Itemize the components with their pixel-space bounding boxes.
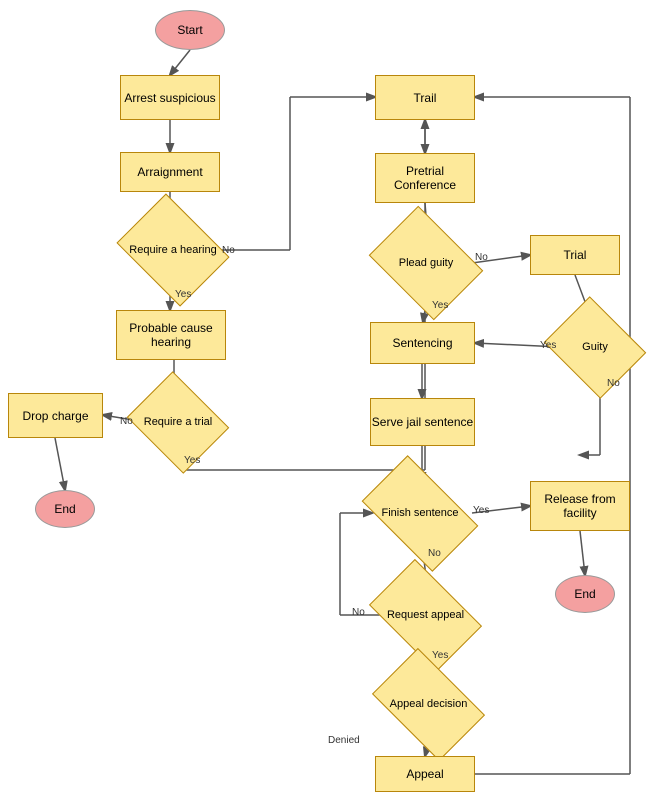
guilty-node: Guity bbox=[555, 315, 635, 380]
require-trial-no-label: No bbox=[120, 416, 133, 427]
trial-node: Trial bbox=[530, 235, 620, 275]
require-trial-node: Require a trial bbox=[138, 390, 218, 455]
plead-guilty-node: Plead guity bbox=[380, 228, 472, 298]
end1-node: End bbox=[35, 490, 95, 528]
require-hearing-no-label: No bbox=[222, 245, 235, 256]
serve-jail-label: Serve jail sentence bbox=[372, 415, 473, 429]
end2-label: End bbox=[574, 587, 595, 601]
require-trial-label: Require a trial bbox=[144, 415, 212, 429]
trial-label: Trial bbox=[564, 248, 587, 262]
appeal-decision-node: Appeal decision bbox=[381, 672, 476, 737]
plead-guilty-no-label: No bbox=[475, 252, 488, 263]
finish-sentence-node: Finish sentence bbox=[370, 481, 470, 546]
drop-charge-label: Drop charge bbox=[22, 409, 88, 423]
appeal-decision-denied-label: Denied bbox=[328, 735, 360, 746]
finish-sentence-no-label: No bbox=[428, 548, 441, 559]
plead-guilty-label: Plead guity bbox=[399, 256, 453, 270]
finish-sentence-label: Finish sentence bbox=[381, 506, 458, 520]
arrest-node: Arrest suspicious bbox=[120, 75, 220, 120]
start-node: Start bbox=[155, 10, 225, 50]
serve-jail-node: Serve jail sentence bbox=[370, 398, 475, 446]
finish-sentence-yes-label: Yes bbox=[473, 505, 489, 516]
sentencing-node: Sentencing bbox=[370, 322, 475, 364]
request-appeal-no-label: No bbox=[352, 607, 365, 618]
request-appeal-node: Request appeal bbox=[378, 583, 473, 648]
request-appeal-yes-label: Yes bbox=[432, 650, 448, 661]
guilty-yes-label: Yes bbox=[540, 340, 556, 351]
drop-charge-node: Drop charge bbox=[8, 393, 103, 438]
appeal-node: Appeal bbox=[375, 756, 475, 792]
arrest-label: Arrest suspicious bbox=[124, 91, 215, 105]
guilty-label: Guity bbox=[582, 340, 608, 354]
trail-node: Trail bbox=[375, 75, 475, 120]
require-hearing-label: Require a hearing bbox=[129, 243, 216, 257]
plead-guilty-yes-label: Yes bbox=[432, 300, 448, 311]
require-hearing-yes-label: Yes bbox=[175, 289, 191, 300]
request-appeal-label: Request appeal bbox=[387, 608, 464, 622]
pretrial-node: Pretrial Conference bbox=[375, 153, 475, 203]
end1-label: End bbox=[54, 502, 75, 516]
start-label: Start bbox=[177, 23, 202, 37]
probable-cause-label: Probable cause hearing bbox=[117, 321, 225, 349]
require-trial-yes-label: Yes bbox=[184, 455, 200, 466]
appeal-decision-label: Appeal decision bbox=[390, 697, 468, 711]
probable-cause-node: Probable cause hearing bbox=[116, 310, 226, 360]
appeal-label: Appeal bbox=[406, 767, 443, 781]
arraignment-label: Arraignment bbox=[137, 165, 202, 179]
flowchart-canvas: Start Arrest suspicious Arraignment Requ… bbox=[0, 0, 653, 792]
trail-label: Trail bbox=[414, 91, 437, 105]
arraignment-node: Arraignment bbox=[120, 152, 220, 192]
sentencing-label: Sentencing bbox=[392, 336, 452, 350]
guilty-no-label: No bbox=[607, 378, 620, 389]
require-hearing-node: Require a hearing bbox=[128, 215, 218, 285]
release-node: Release from facility bbox=[530, 481, 630, 531]
pretrial-label: Pretrial Conference bbox=[376, 164, 474, 192]
end2-node: End bbox=[555, 575, 615, 613]
release-label: Release from facility bbox=[531, 492, 629, 520]
